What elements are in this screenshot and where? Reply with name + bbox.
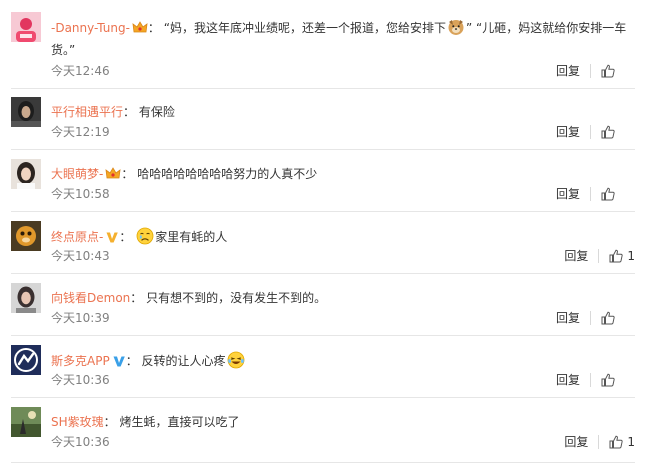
thumbs-up-icon <box>609 249 624 262</box>
laughing-tears-icon <box>227 351 245 374</box>
comment-body: 平行相遇平行： 有保险 <box>51 105 175 119</box>
like-button[interactable] <box>601 64 619 78</box>
timestamp: 今天10:43 <box>51 249 110 263</box>
comment-item: 向钱看Demon： 只有想不到的，没有发生不到的。 今天10:39 回复 <box>0 283 646 339</box>
like-count: 1 <box>627 248 635 263</box>
reply-button[interactable]: 回复 <box>564 433 588 450</box>
thumbs-up-icon <box>601 187 615 200</box>
avatar[interactable] <box>11 159 41 189</box>
comment-text: 有保险 <box>138 105 175 119</box>
like-button[interactable] <box>601 125 619 139</box>
comment-item: SH紫玫瑰： 烤生蚝，直接可以吃了 今天10:36 回复 1 <box>0 407 646 463</box>
thumbs-up-icon <box>601 64 615 77</box>
avatar[interactable] <box>11 407 41 437</box>
reply-button[interactable]: 回复 <box>556 123 580 140</box>
divider <box>11 335 635 336</box>
comment-body: 终点原点-： 家里有蚝的人 <box>51 227 638 250</box>
comment-body: -Danny-Tung-： “妈，我这年底冲业绩呢，还差一个报道，您给安排下” … <box>51 18 638 59</box>
username[interactable]: 大眼萌梦- <box>51 167 103 181</box>
action-divider <box>590 310 591 325</box>
comment-actions: 回复 <box>556 62 619 79</box>
avatar[interactable] <box>11 283 41 313</box>
comment-body: 向钱看Demon： 只有想不到的，没有发生不到的。 <box>51 291 327 305</box>
reply-button[interactable]: 回复 <box>556 309 580 326</box>
username[interactable]: SH紫玫瑰 <box>51 415 104 429</box>
action-divider <box>598 434 600 449</box>
comment-item: 斯多克APP： 反转的让人心疼 今天10:36 回复 <box>0 345 646 401</box>
action-divider <box>590 63 591 78</box>
username[interactable]: -Danny-Tung- <box>51 21 130 35</box>
like-button[interactable]: 1 <box>609 435 635 449</box>
username[interactable]: 向钱看Demon <box>51 291 130 305</box>
comment-actions: 回复 <box>556 185 619 202</box>
comment-body: 大眼萌梦-： 哈哈哈哈哈哈哈哈努力的人真不少 <box>51 165 638 186</box>
thumbs-up-icon <box>601 125 615 138</box>
comment-body: SH紫玫瑰： 烤生蚝，直接可以吃了 <box>51 415 240 429</box>
comment-actions: 回复 <box>556 309 619 326</box>
divider <box>11 462 635 463</box>
action-divider <box>590 372 591 387</box>
comment-text: 烤生蚝，直接可以吃了 <box>119 415 240 429</box>
comment-actions: 回复 1 <box>564 247 635 264</box>
reply-button[interactable]: 回复 <box>556 371 580 388</box>
timestamp: 今天12:46 <box>51 64 110 78</box>
username[interactable]: 斯多克APP <box>51 354 110 368</box>
avatar[interactable] <box>11 345 41 375</box>
thumbs-up-icon <box>601 373 615 386</box>
like-button[interactable] <box>601 373 619 387</box>
reply-button[interactable]: 回复 <box>564 247 588 264</box>
avatar[interactable] <box>11 12 41 42</box>
action-divider <box>590 186 591 201</box>
like-count: 1 <box>627 434 635 449</box>
comment-item: 大眼萌梦-： 哈哈哈哈哈哈哈哈努力的人真不少 今天10:58 回复 <box>0 159 646 215</box>
comment-text: 家里有蚝的人 <box>155 230 228 244</box>
action-divider <box>590 124 591 139</box>
timestamp: 今天10:36 <box>51 373 110 387</box>
sad-face-icon <box>136 227 154 250</box>
divider <box>11 149 635 150</box>
comment-body: 斯多克APP： 反转的让人心疼 <box>51 351 638 374</box>
comment-actions: 回复 <box>556 371 619 388</box>
divider <box>11 211 635 212</box>
dog-face-icon <box>447 18 465 41</box>
thumbs-up-icon <box>609 435 624 448</box>
comment-item: 平行相遇平行： 有保险 今天12:19 回复 <box>0 97 646 153</box>
timestamp: 今天12:19 <box>51 125 110 139</box>
reply-button[interactable]: 回复 <box>556 62 580 79</box>
action-divider <box>598 248 600 263</box>
comment-text: 哈哈哈哈哈哈哈哈努力的人真不少 <box>137 167 318 181</box>
comment-actions: 回复 1 <box>564 433 635 450</box>
divider <box>11 88 635 89</box>
like-button[interactable]: 1 <box>609 249 635 263</box>
comment-text: “妈，我这年底冲业绩呢，还差一个报道，您给安排下 <box>163 21 446 35</box>
thumbs-up-icon <box>601 311 615 324</box>
like-button[interactable] <box>601 311 619 325</box>
comment-actions: 回复 <box>556 123 619 140</box>
username[interactable]: 终点原点- <box>51 230 103 244</box>
username[interactable]: 平行相遇平行 <box>51 105 123 119</box>
comment-text: 反转的让人心疼 <box>141 354 226 368</box>
divider <box>11 273 635 274</box>
crown-icon <box>105 167 121 186</box>
timestamp: 今天10:36 <box>51 435 110 449</box>
timestamp: 今天10:39 <box>51 311 110 325</box>
comment-text: 只有想不到的，没有发生不到的。 <box>146 291 327 305</box>
comment-list: -Danny-Tung-： “妈，我这年底冲业绩呢，还差一个报道，您给安排下” … <box>0 0 646 466</box>
reply-button[interactable]: 回复 <box>556 185 580 202</box>
like-button[interactable] <box>601 187 619 201</box>
vip-v-icon <box>112 354 126 373</box>
crown-icon <box>132 21 148 40</box>
comment-item: -Danny-Tung-： “妈，我这年底冲业绩呢，还差一个报道，您给安排下” … <box>0 12 646 89</box>
timestamp: 今天10:58 <box>51 187 110 201</box>
avatar[interactable] <box>11 97 41 127</box>
comment-item: 终点原点-： 家里有蚝的人 今天10:43 回复 1 <box>0 221 646 277</box>
avatar[interactable] <box>11 221 41 251</box>
divider <box>11 397 635 398</box>
